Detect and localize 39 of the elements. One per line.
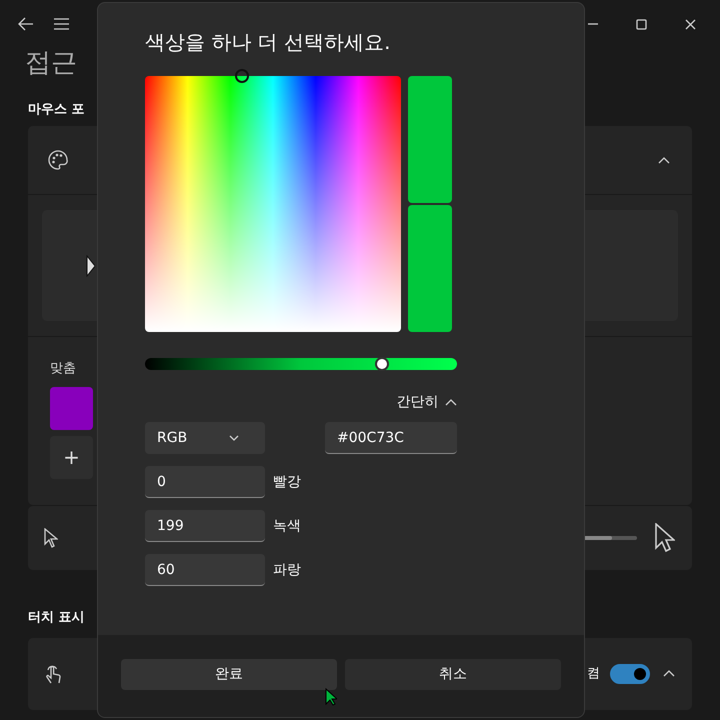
mouse-cursor-icon bbox=[325, 688, 337, 706]
slider-thumb[interactable] bbox=[375, 357, 390, 371]
spectrum-thumb[interactable] bbox=[235, 69, 250, 83]
back-icon[interactable] bbox=[18, 17, 34, 31]
size-slider[interactable] bbox=[582, 536, 637, 540]
maximize-icon[interactable] bbox=[636, 18, 647, 30]
page-title: 접근 bbox=[25, 48, 77, 80]
channel-field[interactable]: 199 bbox=[145, 510, 265, 542]
toggle-switch[interactable] bbox=[610, 664, 650, 684]
less-toggle[interactable]: 간단히 bbox=[396, 392, 457, 413]
channel-field[interactable]: 60 bbox=[145, 554, 265, 586]
section-heading: 터치 표시 bbox=[28, 608, 85, 626]
large-cursor-icon bbox=[655, 522, 675, 552]
menu-icon[interactable] bbox=[54, 18, 68, 30]
cursor-icon bbox=[44, 528, 58, 548]
toggle-state-label: 켬 bbox=[587, 664, 600, 683]
dialog-title: 색상을 하나 더 선택하세요. bbox=[145, 29, 392, 55]
pointer-icon bbox=[86, 254, 95, 276]
chevron-up-icon[interactable] bbox=[663, 669, 675, 678]
palette-icon bbox=[48, 150, 68, 170]
chevron-up-icon[interactable] bbox=[658, 156, 670, 164]
color-spectrum[interactable] bbox=[145, 76, 401, 332]
channel-label: 파랑 bbox=[273, 560, 301, 580]
channel-label: 녹색 bbox=[273, 516, 301, 536]
color-swatch[interactable] bbox=[50, 386, 93, 430]
chevron-down-icon bbox=[229, 435, 239, 441]
close-icon[interactable] bbox=[685, 18, 696, 30]
hex-field[interactable]: #00C73C bbox=[325, 422, 457, 454]
touch-icon bbox=[44, 664, 62, 684]
custom-colors-label: 맞춤 bbox=[50, 360, 76, 378]
chevron-up-icon bbox=[445, 398, 457, 407]
value-slider[interactable] bbox=[145, 358, 457, 370]
section-heading: 마우스 포 bbox=[28, 101, 85, 119]
mode-dropdown[interactable]: RGB bbox=[145, 422, 265, 454]
channel-label: 빨강 bbox=[273, 472, 301, 492]
add-color-button[interactable]: + bbox=[50, 436, 93, 478]
dialog-button[interactable]: 완료 bbox=[121, 659, 337, 690]
dialog-button[interactable]: 취소 bbox=[345, 659, 561, 690]
channel-field[interactable]: 0 bbox=[145, 466, 265, 498]
